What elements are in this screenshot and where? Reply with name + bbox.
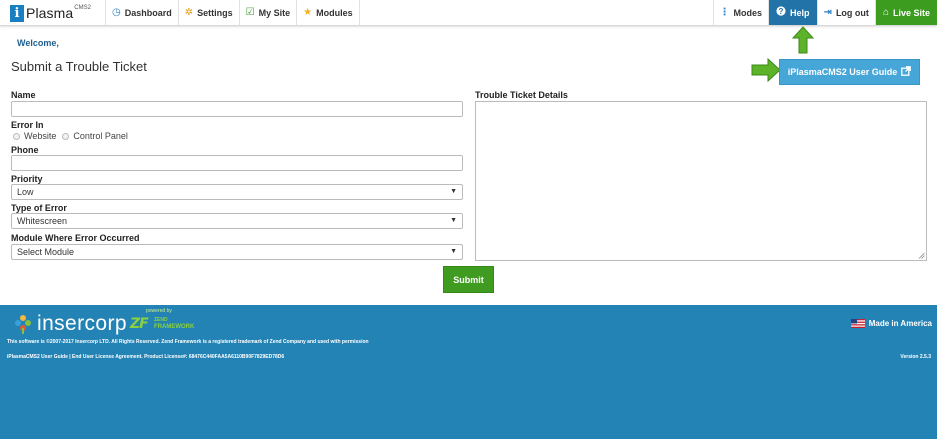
nav-help-label: Help	[790, 7, 810, 18]
phone-input[interactable]	[11, 155, 463, 171]
footer: insercorp powered by ZF ZEND FRAMEWORK M…	[0, 305, 937, 439]
nav-secondary: ⋮ Modes ? Help ⇥ Log out ⌂ Live Site	[712, 0, 937, 25]
nav-live-site-label: Live Site	[892, 7, 930, 18]
svg-text:?: ?	[779, 7, 784, 16]
module-select-value: Select Module	[17, 247, 75, 257]
framework-word: FRAMEWORK	[154, 324, 195, 330]
caret-down-icon: ▼	[450, 248, 457, 255]
footer-links[interactable]: iPlasmaCMS2 User Guide | End User Licens…	[7, 354, 284, 360]
user-guide-label: iPlasmaCMS2 User Guide	[787, 67, 898, 77]
type-of-error-label: Type of Error	[11, 203, 67, 213]
logout-icon: ⇥	[823, 7, 832, 18]
nav-modules-label: Modules	[316, 7, 353, 18]
zend-mark: ZF	[130, 316, 149, 332]
version-text: Version 2.5.3	[900, 354, 931, 360]
made-in-america: Made in America	[850, 319, 932, 328]
insercorp-logo[interactable]: insercorp	[14, 312, 127, 336]
nav-my-site[interactable]: ☑ My Site	[238, 0, 296, 25]
arrow-up-icon	[792, 26, 814, 54]
insercorp-logo-text: insercorp	[37, 312, 127, 335]
details-label: Trouble Ticket Details	[475, 90, 568, 100]
nav-modes[interactable]: ⋮ Modes	[712, 0, 769, 25]
star-icon: ★	[303, 7, 313, 18]
welcome-text: Welcome,	[17, 38, 59, 48]
type-of-error-select-value: Whitescreen	[17, 216, 68, 226]
brand-logo[interactable]: i Plasma CMS2	[10, 3, 91, 23]
details-textarea[interactable]	[475, 101, 927, 261]
nav-main: ◷ Dashboard ✲ Settings ☑ My Site ★ Modul…	[105, 0, 360, 25]
error-in-radio-group: Website Control Panel	[13, 131, 134, 141]
external-link-icon	[901, 65, 912, 79]
nav-my-site-label: My Site	[258, 7, 291, 18]
insercorp-mark-icon	[15, 315, 31, 334]
copyright-text: This software is ©2007-2017 Insercorp LT…	[7, 339, 369, 345]
brand-version: CMS2	[74, 5, 91, 11]
us-flag-icon	[850, 319, 865, 328]
website-radio[interactable]	[13, 132, 20, 140]
arrow-right-icon	[751, 58, 781, 82]
settings-icon: ✲	[184, 7, 194, 18]
type-of-error-select[interactable]: Whitescreen ▼	[11, 213, 463, 229]
module-label: Module Where Error Occurred	[11, 233, 140, 243]
home-icon: ⌂	[882, 7, 889, 18]
brand-name: Plasma	[26, 5, 74, 21]
nav-logout-label: Log out	[835, 7, 869, 18]
submit-button[interactable]: Submit	[443, 266, 494, 293]
nav-logout[interactable]: ⇥ Log out	[816, 0, 875, 25]
name-label: Name	[11, 90, 36, 100]
control-panel-radio-label: Control Panel	[73, 131, 128, 141]
page-title: Submit a Trouble Ticket	[11, 59, 147, 74]
priority-select-value: Low	[17, 187, 34, 197]
brand-logo-box: i	[10, 4, 24, 22]
website-radio-label: Website	[24, 131, 57, 141]
user-guide-button[interactable]: iPlasmaCMS2 User Guide	[779, 59, 920, 85]
priority-label: Priority	[11, 174, 43, 184]
nav-dashboard[interactable]: ◷ Dashboard	[105, 0, 178, 25]
error-in-label: Error In	[11, 120, 44, 130]
nav-help[interactable]: ? Help	[768, 0, 817, 25]
zend-framework-logo[interactable]: powered by ZF ZEND FRAMEWORK	[130, 308, 200, 332]
nav-live-site[interactable]: ⌂ Live Site	[874, 0, 937, 25]
nav-dashboard-label: Dashboard	[124, 7, 172, 18]
caret-down-icon: ▼	[450, 217, 457, 224]
caret-down-icon: ▼	[450, 188, 457, 195]
nav-modules[interactable]: ★ Modules	[296, 0, 360, 25]
phone-label: Phone	[11, 145, 39, 155]
nav-modes-label: Modes	[733, 7, 763, 18]
zend-word: ZEND	[154, 317, 168, 323]
made-in-america-label: Made in America	[868, 319, 932, 328]
ellipsis-vertical-icon: ⋮	[719, 7, 730, 18]
resize-grip-icon[interactable]	[918, 252, 925, 259]
priority-select[interactable]: Low ▼	[11, 184, 463, 200]
question-circle-icon: ?	[776, 6, 786, 19]
nav-settings-label: Settings	[197, 7, 233, 18]
dashboard-icon: ◷	[112, 7, 121, 18]
nav-settings[interactable]: ✲ Settings	[177, 0, 239, 25]
control-panel-radio[interactable]	[62, 132, 70, 140]
name-input[interactable]	[11, 101, 463, 117]
module-select[interactable]: Select Module ▼	[11, 244, 463, 260]
edit-icon: ☑	[245, 7, 255, 18]
top-navbar: i Plasma CMS2 ◷ Dashboard ✲ Settings ☑ M…	[0, 0, 937, 26]
zend-powered-by: powered by	[146, 308, 172, 314]
